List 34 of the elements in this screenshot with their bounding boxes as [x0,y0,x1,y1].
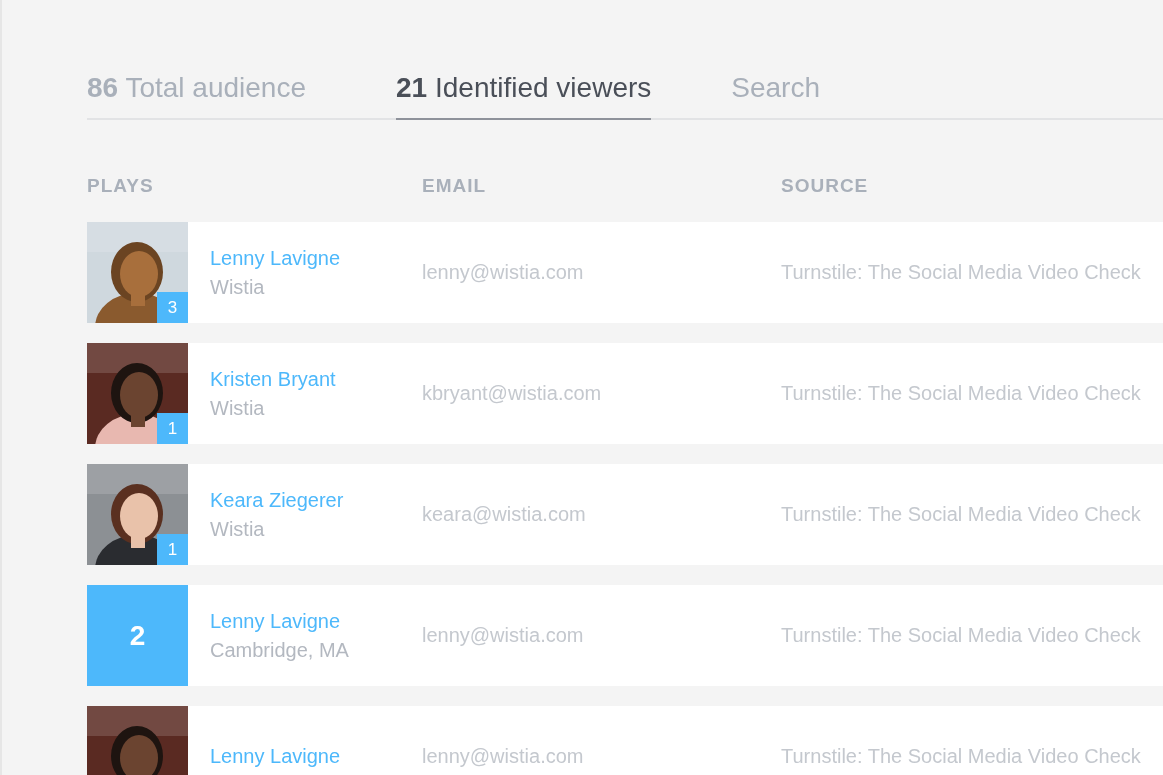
source-text: Turnstile: The Social Media Video Check [781,261,1142,284]
source-text: Turnstile: The Social Media Video Check [781,624,1142,647]
tab[interactable]: 86 Total audience [87,72,306,120]
play-count: 3 [157,292,188,323]
viewer-row[interactable]: Lenny Lavigne lenny@wistia.com Turnstile: The Social Media Video Check [87,706,1163,775]
viewer-name[interactable]: Lenny Lavigne [210,609,341,633]
column-header: SOURCE [781,175,870,198]
email-text: kbryant@wistia.com [422,382,603,405]
email-text: lenny@wistia.com [422,624,585,647]
column-header: EMAIL [422,175,488,198]
viewer-name[interactable]: Lenny Lavigne [210,745,341,768]
viewer-name[interactable]: Kristen Bryant [210,367,336,391]
source-text: Turnstile: The Social Media Video Check [781,503,1142,526]
source-text: Turnstile: The Social Media Video Check [781,382,1142,405]
email-text: keara@wistia.com [422,503,587,526]
viewer-detail: Wistia [210,517,265,541]
viewer-detail: Wistia [210,275,265,299]
viewer-detail: Wistia [210,396,265,420]
tab[interactable]: Search [731,72,820,120]
play-count: 2 [87,585,188,686]
play-count: 1 [157,534,188,565]
viewer-name[interactable]: Keara Ziegerer [210,488,344,512]
email-text: lenny@wistia.com [422,261,585,284]
source-text: Turnstile: The Social Media Video Check [781,745,1142,768]
viewer-row[interactable]: 2 Lenny Lavigne Cambridge, MA lenny@wistia.com Turnstile: The Social Media Video Check [87,585,1163,686]
viewer-row[interactable]: 1 Keara Ziegerer Wistia keara@wistia.com Turnstile: The Social Media Video Check [87,464,1163,565]
play-count: 1 [157,413,188,444]
viewer-row[interactable]: 1 Kristen Bryant Wistia kbryant@wistia.com Turnstile: The Social Media Video Check [87,343,1163,444]
column-header: PLAYS [87,175,155,198]
viewer-detail: Cambridge, MA [210,638,349,662]
viewer-row[interactable]: 3 Lenny Lavigne Wistia lenny@wistia.com Turnstile: The Social Media Video Check [87,222,1163,323]
tab[interactable]: 21 Identified viewers [396,72,652,120]
email-text: lenny@wistia.com [422,745,585,768]
viewer-name[interactable]: Lenny Lavigne [210,246,341,270]
